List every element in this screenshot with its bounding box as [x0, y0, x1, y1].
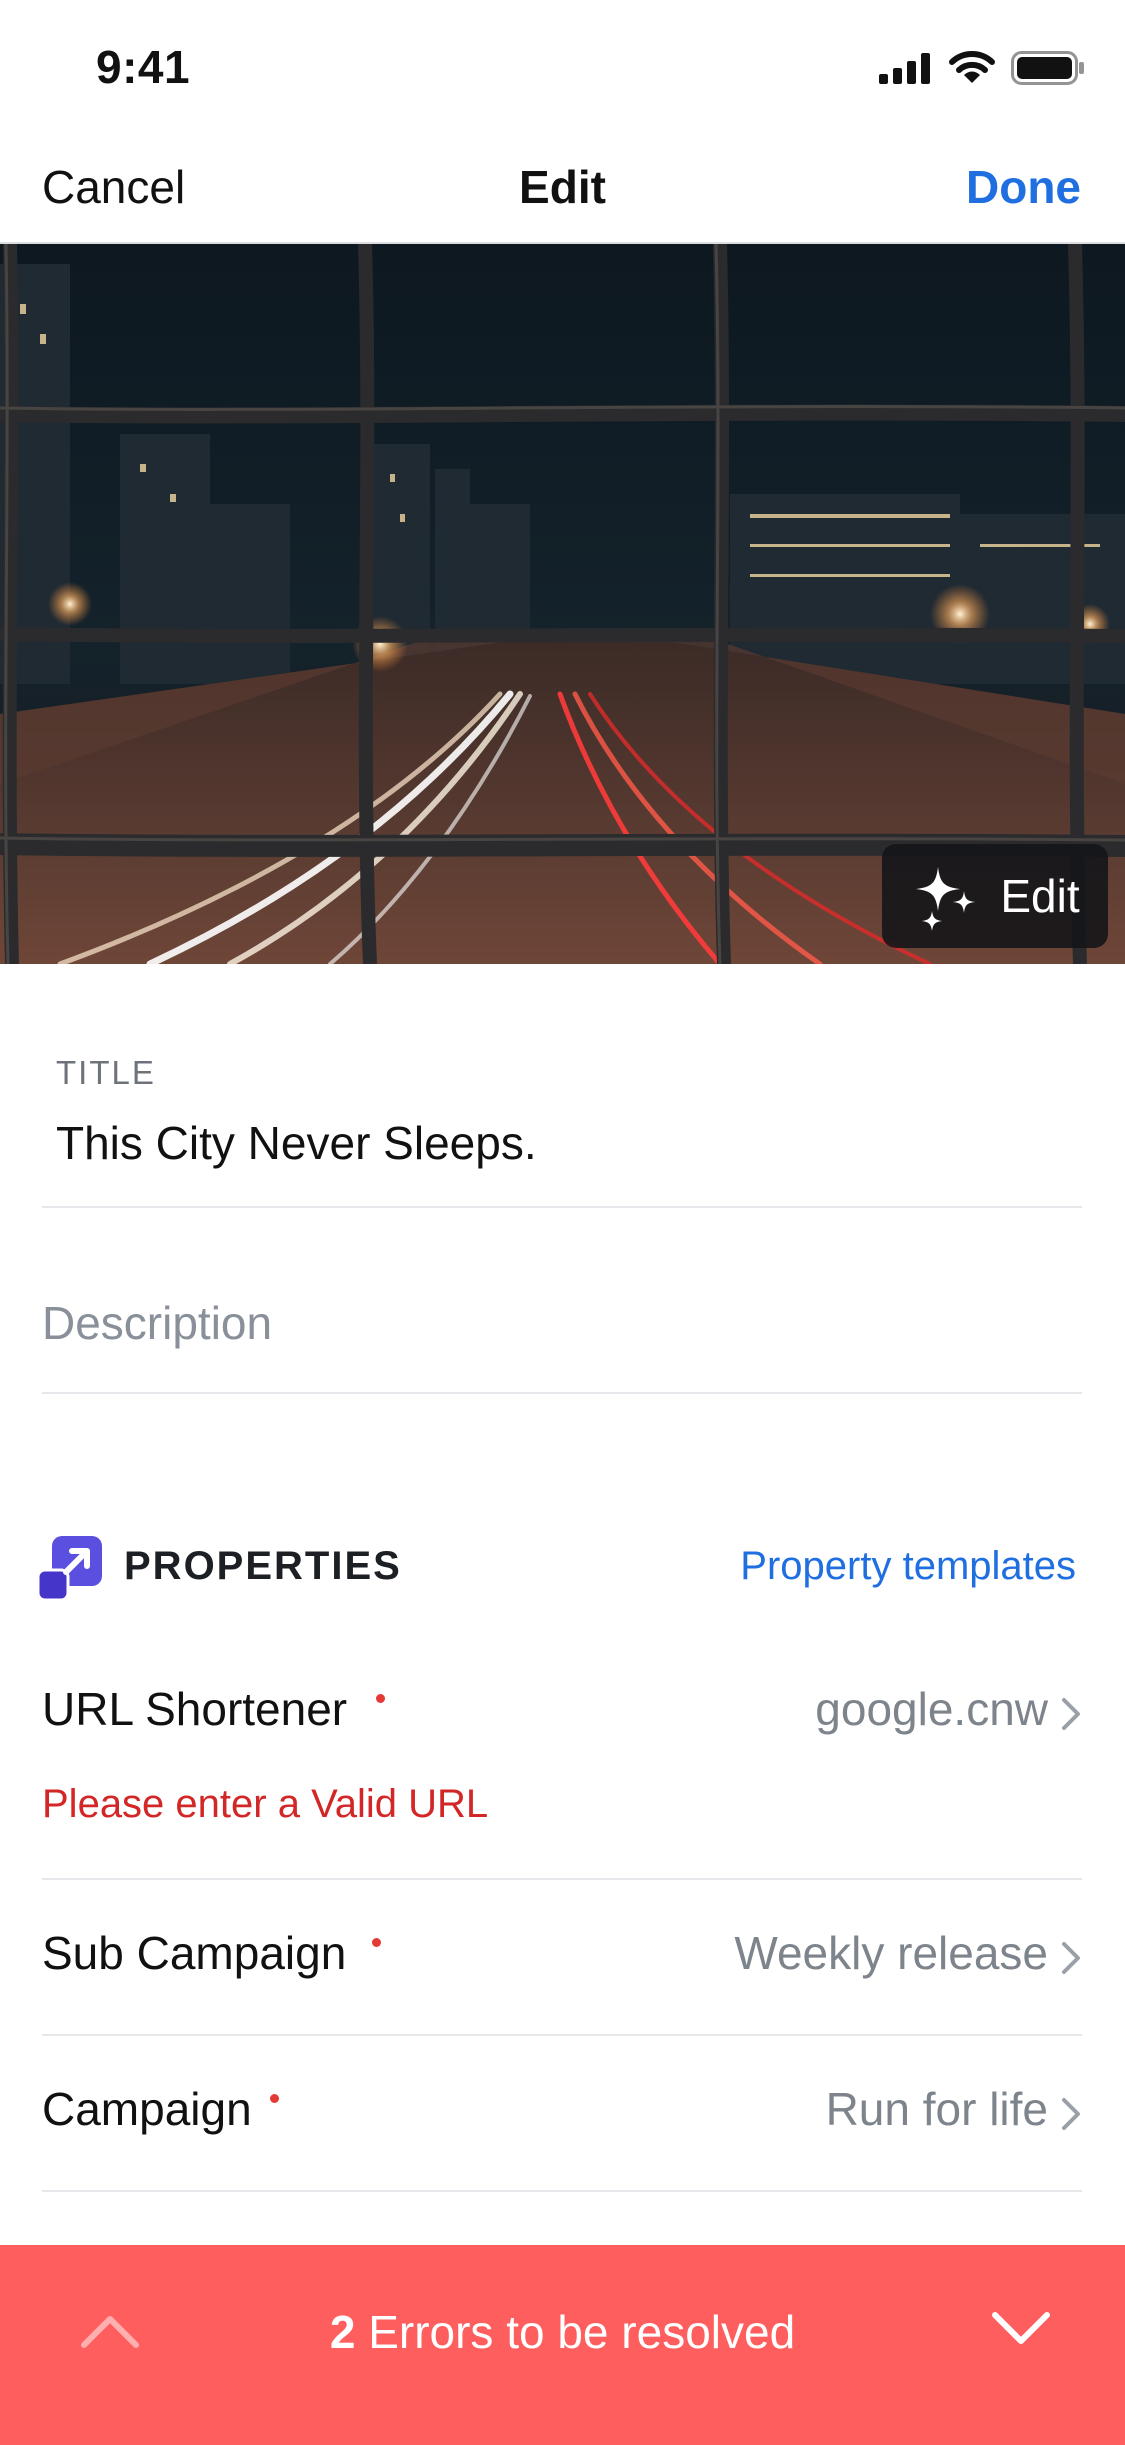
required-indicator	[376, 1694, 385, 1703]
status-time: 9:41	[96, 41, 191, 93]
description-placeholder[interactable]: Description	[42, 1296, 272, 1350]
properties-title: PROPERTIES	[124, 1544, 402, 1588]
chevron-right-icon	[1062, 2098, 1080, 2130]
done-button[interactable]: Done	[966, 132, 1081, 242]
photo-edit-label: Edit	[1000, 870, 1080, 922]
property-label: Campaign	[42, 2083, 252, 2135]
battery-icon	[1011, 51, 1084, 85]
property-label: URL Shortener	[42, 1683, 348, 1735]
title-field[interactable]: TITLE This City Never Sleeps.	[42, 1040, 1082, 1208]
property-value: google.cnw	[815, 1683, 1048, 1735]
property-templates-link[interactable]: Property templates	[740, 1544, 1076, 1589]
wifi-icon	[949, 51, 995, 83]
property-row-sub-campaign[interactable]: Sub Campaign Weekly release	[42, 1880, 1082, 2036]
property-value: Run for life	[825, 2083, 1048, 2135]
property-row-campaign[interactable]: Campaign Run for life	[42, 2036, 1082, 2192]
chevron-right-icon	[1062, 1698, 1080, 1730]
photo-edit-button[interactable]: Edit	[882, 844, 1108, 948]
required-indicator	[270, 2094, 279, 2103]
signal-icon	[879, 53, 930, 84]
properties-icon	[38, 1536, 102, 1600]
title-field-value[interactable]: This City Never Sleeps.	[56, 1116, 537, 1170]
sparkles-icon	[916, 867, 976, 931]
title-field-label: TITLE	[56, 1054, 156, 1091]
error-count: 2	[329, 2306, 356, 2358]
description-field[interactable]: Description	[42, 1208, 1082, 1394]
page-title: Edit	[519, 161, 606, 213]
status-bar: 9:41	[0, 0, 1125, 132]
chevron-right-icon	[1062, 1942, 1080, 1974]
error-bar: 2 Errors to be resolved	[0, 2245, 1125, 2445]
error-message: Errors to be resolved	[368, 2306, 796, 2358]
nav-bar: Cancel Edit Done	[0, 132, 1125, 244]
cover-photo: Edit	[0, 244, 1125, 964]
url-error-message: Please enter a Valid URL	[42, 1782, 489, 1826]
chevron-down-icon[interactable]	[989, 2303, 1053, 2355]
property-label: Sub Campaign	[42, 1927, 347, 1979]
status-icons	[879, 44, 1085, 92]
error-summary: 2 Errors to be resolved	[0, 2245, 1125, 2419]
required-indicator	[372, 1938, 381, 1947]
property-value: Weekly release	[734, 1927, 1048, 1979]
properties-header: PROPERTIES Property templates	[38, 1536, 1078, 1600]
property-row-url-shortener[interactable]: URL Shortener google.cnw Please enter a …	[42, 1640, 1082, 1880]
